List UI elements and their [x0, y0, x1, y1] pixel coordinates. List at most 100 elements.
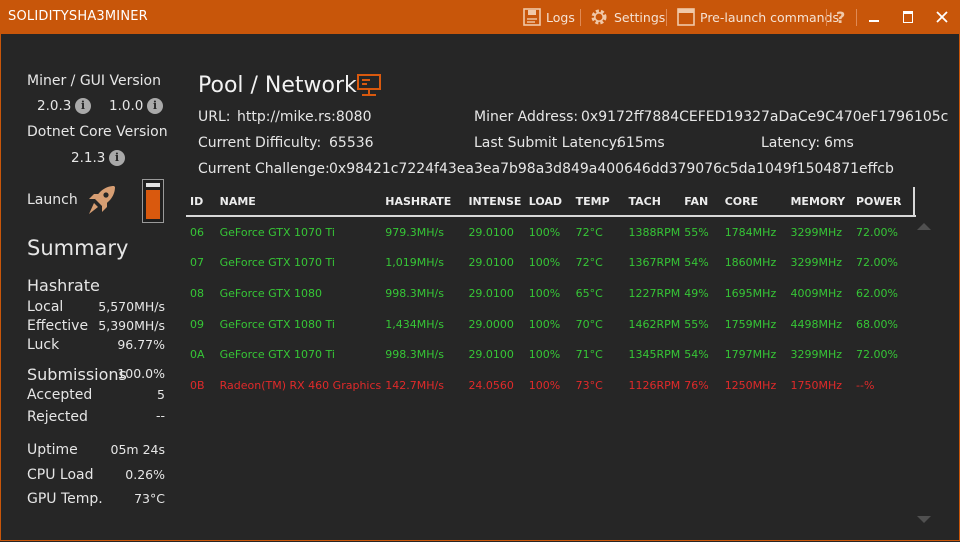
- cell-power: --%: [856, 378, 875, 392]
- column-header-temp[interactable]: TEMP: [571, 187, 625, 217]
- column-header-fan[interactable]: FAN: [680, 187, 721, 217]
- cell-memory: 3299MHz: [790, 256, 843, 270]
- column-header-tach[interactable]: TACH: [624, 187, 681, 217]
- cell-name: GeForce GTX 1070 Ti: [219, 348, 335, 362]
- cell-core: 1250MHz: [724, 378, 777, 392]
- challenge-value: 0x98421c7224f43ea3ea7b98a3d849a400646dd3…: [329, 161, 894, 177]
- prelaunch-button[interactable]: Pre-launch commands: [676, 0, 839, 34]
- cell-tach: 1367RPM: [628, 256, 681, 270]
- cell-fan: 55%: [684, 225, 709, 239]
- cell-name: GeForce GTX 1070 Ti: [219, 225, 335, 239]
- effective-label: Effective: [27, 318, 89, 334]
- minimize-button[interactable]: [857, 0, 891, 34]
- minimize-icon: [869, 20, 879, 22]
- info-icon[interactable]: i: [147, 98, 163, 114]
- summary-title: Summary: [27, 236, 129, 260]
- launch-button[interactable]: [84, 183, 118, 221]
- luck-label: Luck: [27, 337, 60, 353]
- cell-load: 100%: [528, 378, 561, 392]
- prelaunch-label: Pre-launch commands: [700, 9, 840, 25]
- cell-hashrate: 1,434MH/s: [385, 317, 444, 331]
- cell-intense: 29.0100: [468, 225, 514, 239]
- cell-id: 06: [190, 225, 204, 239]
- logs-button[interactable]: Logs: [522, 0, 575, 34]
- table-row[interactable]: 07 GeForce GTX 1070 Ti 1,019MH/s 29.0100 100…: [186, 248, 916, 279]
- cell-name: GeForce GTX 1080: [219, 286, 323, 300]
- cell-hashrate: 142.7MH/s: [385, 378, 444, 392]
- cpu-load-label: CPU Load: [27, 467, 94, 483]
- cell-memory: 4009MHz: [790, 286, 843, 300]
- gpu-temp-label: GPU Temp.: [27, 491, 103, 507]
- header-divider: [913, 187, 915, 217]
- table-row[interactable]: 0A GeForce GTX 1070 Ti 998.3MH/s 29.0100 100…: [186, 339, 916, 370]
- cell-name: Radeon(TM) RX 460 Graphics: [219, 378, 382, 392]
- column-header-name[interactable]: NAME: [215, 187, 382, 217]
- gpu-load-meter: [142, 179, 164, 223]
- latency-value: 6ms: [824, 135, 854, 151]
- cell-id: 09: [190, 317, 204, 331]
- table-row[interactable]: 09 GeForce GTX 1080 Ti 1,434MH/s 29.0000 100…: [186, 309, 916, 340]
- close-button[interactable]: [925, 0, 959, 34]
- window-icon: [677, 8, 695, 26]
- gui-version: 1.0.0: [109, 98, 144, 114]
- hashrate-title: Hashrate: [27, 276, 100, 295]
- cell-power: 68.00%: [856, 317, 898, 331]
- cell-temp: 71°C: [575, 348, 603, 362]
- table-row[interactable]: 0B Radeon(TM) RX 460 Graphics 142.7MH/s 24.…: [186, 370, 916, 401]
- info-icon[interactable]: i: [75, 98, 91, 114]
- meter-cap: [146, 183, 160, 187]
- cell-fan: 54%: [684, 256, 709, 270]
- cell-name: GeForce GTX 1080 Ti: [219, 317, 335, 331]
- help-button[interactable]: ?: [836, 0, 845, 34]
- column-header-hashrate[interactable]: HASHRATE: [381, 187, 465, 217]
- column-header-load[interactable]: LOAD: [524, 187, 572, 217]
- settings-button[interactable]: Settings: [589, 0, 665, 34]
- gpu-table: ID NAME HASHRATE INTENSE LOAD TEMP TACH …: [186, 187, 916, 401]
- column-header-core[interactable]: CORE: [720, 187, 787, 217]
- settings-label: Settings: [614, 9, 666, 25]
- cell-id: 07: [190, 256, 204, 270]
- cell-hashrate: 998.3MH/s: [385, 286, 444, 300]
- gear-icon: [591, 9, 607, 25]
- cell-load: 100%: [528, 286, 561, 300]
- logs-label: Logs: [546, 9, 575, 25]
- cell-temp: 72°C: [575, 256, 603, 270]
- toolbar-divider: [666, 9, 667, 26]
- cell-id: 0A: [190, 348, 205, 362]
- cell-hashrate: 979.3MH/s: [385, 225, 444, 239]
- local-label: Local: [27, 299, 64, 315]
- info-icon[interactable]: i: [109, 150, 125, 166]
- cell-temp: 65°C: [575, 286, 603, 300]
- scroll-down-arrow[interactable]: [917, 516, 931, 523]
- cell-core: 1784MHz: [724, 225, 777, 239]
- scroll-up-arrow[interactable]: [917, 223, 931, 230]
- cell-core: 1759MHz: [724, 317, 777, 331]
- cell-name: GeForce GTX 1070 Ti: [219, 256, 335, 270]
- cell-memory: 3299MHz: [790, 225, 843, 239]
- table-row[interactable]: 06 GeForce GTX 1070 Ti 979.3MH/s 29.0100 100…: [186, 216, 916, 248]
- gpu-table-body: 06 GeForce GTX 1070 Ti 979.3MH/s 29.0100 100…: [186, 216, 916, 401]
- cell-tach: 1227RPM: [628, 286, 681, 300]
- launch-label: Launch: [27, 192, 78, 208]
- column-header-intense[interactable]: INTENSE: [464, 187, 525, 217]
- maximize-button[interactable]: [891, 0, 925, 34]
- meter-fill: [146, 190, 160, 219]
- cell-intense: 24.0560: [468, 378, 514, 392]
- accepted-value: 5: [157, 387, 165, 402]
- column-header-power[interactable]: POWER: [852, 187, 916, 217]
- maximize-icon: [903, 11, 913, 23]
- gpu-temp-value: 73°C: [134, 491, 165, 506]
- accepted-label: Accepted: [27, 387, 93, 403]
- column-header-memory[interactable]: MEMORY: [786, 187, 852, 217]
- cell-power: 72.00%: [856, 225, 898, 239]
- table-header-row: ID NAME HASHRATE INTENSE LOAD TEMP TACH …: [186, 187, 916, 217]
- luck-value: 96.77%: [117, 337, 165, 352]
- column-header-id[interactable]: ID: [186, 187, 216, 217]
- cell-tach: 1126RPM: [628, 378, 681, 392]
- cell-tach: 1462RPM: [628, 317, 681, 331]
- rocket-icon: [89, 186, 115, 214]
- cell-power: 62.00%: [856, 286, 898, 300]
- toolbar-divider: [826, 9, 827, 26]
- table-row[interactable]: 08 GeForce GTX 1080 998.3MH/s 29.0100 100% 65…: [186, 278, 916, 309]
- submit-latency-label: Last Submit Latency:: [474, 135, 621, 151]
